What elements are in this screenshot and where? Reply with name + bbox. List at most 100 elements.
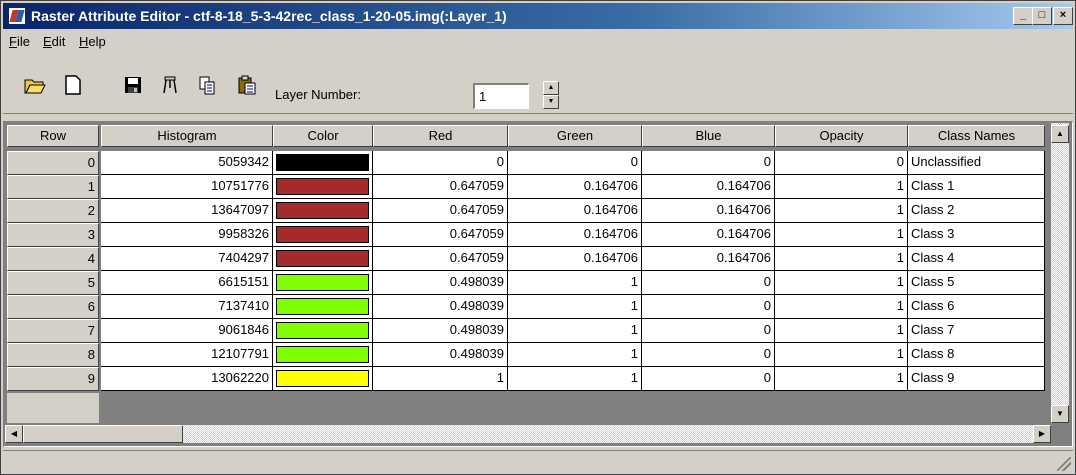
red-cell[interactable]: 0.647059 bbox=[373, 223, 508, 247]
spin-down-button[interactable]: ▼ bbox=[543, 95, 559, 109]
color-cell[interactable] bbox=[273, 199, 373, 223]
class-name-cell[interactable]: Class 1 bbox=[908, 175, 1045, 199]
color-cell[interactable] bbox=[273, 295, 373, 319]
class-name-cell[interactable]: Class 5 bbox=[908, 271, 1045, 295]
blue-cell[interactable]: 0 bbox=[642, 271, 775, 295]
histogram-cell[interactable]: 12107791 bbox=[101, 343, 273, 367]
red-cell[interactable]: 0 bbox=[373, 151, 508, 175]
green-cell[interactable]: 1 bbox=[508, 367, 642, 391]
opacity-cell[interactable]: 1 bbox=[775, 367, 908, 391]
copy-icon[interactable] bbox=[195, 73, 219, 97]
column-header-histogram[interactable]: Histogram bbox=[101, 125, 273, 147]
minimize-button[interactable]: _ bbox=[1013, 7, 1033, 25]
opacity-cell[interactable]: 1 bbox=[775, 271, 908, 295]
class-name-cell[interactable]: Class 4 bbox=[908, 247, 1045, 271]
histogram-cell[interactable]: 13647097 bbox=[101, 199, 273, 223]
histogram-cell[interactable]: 7137410 bbox=[101, 295, 273, 319]
opacity-cell[interactable]: 1 bbox=[775, 247, 908, 271]
red-cell[interactable]: 0.498039 bbox=[373, 343, 508, 367]
red-cell[interactable]: 0.647059 bbox=[373, 247, 508, 271]
color-cell[interactable] bbox=[273, 247, 373, 271]
blue-cell[interactable]: 0 bbox=[642, 319, 775, 343]
opacity-cell[interactable]: 1 bbox=[775, 319, 908, 343]
row-header[interactable]: 6 bbox=[7, 295, 99, 319]
histogram-cell[interactable]: 9061846 bbox=[101, 319, 273, 343]
green-cell[interactable]: 0.164706 bbox=[508, 223, 642, 247]
vertical-scrollbar[interactable]: ▲ ▼ bbox=[1051, 123, 1069, 423]
green-cell[interactable]: 1 bbox=[508, 295, 642, 319]
opacity-cell[interactable]: 1 bbox=[775, 343, 908, 367]
blue-cell[interactable]: 0 bbox=[642, 343, 775, 367]
class-name-cell[interactable]: Class 7 bbox=[908, 319, 1045, 343]
blue-cell[interactable]: 0.164706 bbox=[642, 175, 775, 199]
row-header[interactable]: 0 bbox=[7, 151, 99, 175]
red-cell[interactable]: 0.647059 bbox=[373, 199, 508, 223]
green-cell[interactable]: 0.164706 bbox=[508, 175, 642, 199]
row-header[interactable]: 3 bbox=[7, 223, 99, 247]
opacity-cell[interactable]: 1 bbox=[775, 223, 908, 247]
row-header[interactable]: 2 bbox=[7, 199, 99, 223]
scroll-left-button[interactable]: ◀ bbox=[5, 425, 23, 443]
red-cell[interactable]: 1 bbox=[373, 367, 508, 391]
histogram-cell[interactable]: 13062220 bbox=[101, 367, 273, 391]
histogram-cell[interactable]: 9958326 bbox=[101, 223, 273, 247]
histogram-cell[interactable]: 5059342 bbox=[101, 151, 273, 175]
column-header-red[interactable]: Red bbox=[373, 125, 508, 147]
app-icon[interactable] bbox=[9, 8, 25, 24]
green-cell[interactable]: 0.164706 bbox=[508, 247, 642, 271]
green-cell[interactable]: 1 bbox=[508, 343, 642, 367]
horizontal-scroll-thumb[interactable] bbox=[23, 425, 183, 443]
column-header-class-name[interactable]: Class Names bbox=[908, 125, 1045, 147]
row-header[interactable]: 1 bbox=[7, 175, 99, 199]
blue-cell[interactable]: 0.164706 bbox=[642, 199, 775, 223]
menu-file[interactable]: File bbox=[9, 34, 30, 49]
color-cell[interactable] bbox=[273, 271, 373, 295]
maximize-button[interactable]: □ bbox=[1032, 7, 1052, 25]
opacity-cell[interactable]: 1 bbox=[775, 175, 908, 199]
column-header-green[interactable]: Green bbox=[508, 125, 642, 147]
row-header[interactable]: 8 bbox=[7, 343, 99, 367]
save-icon[interactable] bbox=[121, 73, 145, 97]
green-cell[interactable]: 0 bbox=[508, 151, 642, 175]
histogram-cell[interactable]: 7404297 bbox=[101, 247, 273, 271]
red-cell[interactable]: 0.647059 bbox=[373, 175, 508, 199]
color-cell[interactable] bbox=[273, 223, 373, 247]
opacity-cell[interactable]: 0 bbox=[775, 151, 908, 175]
class-name-cell[interactable]: Class 2 bbox=[908, 199, 1045, 223]
green-cell[interactable]: 1 bbox=[508, 319, 642, 343]
histogram-cell[interactable]: 10751776 bbox=[101, 175, 273, 199]
class-name-cell[interactable]: Class 3 bbox=[908, 223, 1045, 247]
histogram-cell[interactable]: 6615151 bbox=[101, 271, 273, 295]
column-header-row[interactable]: Row bbox=[7, 125, 99, 147]
scroll-down-button[interactable]: ▼ bbox=[1051, 405, 1069, 423]
spin-up-button[interactable]: ▲ bbox=[543, 81, 559, 95]
class-name-cell[interactable]: Class 8 bbox=[908, 343, 1045, 367]
red-cell[interactable]: 0.498039 bbox=[373, 295, 508, 319]
color-cell[interactable] bbox=[273, 151, 373, 175]
resize-grip[interactable] bbox=[1057, 457, 1071, 471]
class-name-cell[interactable]: Class 9 bbox=[908, 367, 1045, 391]
blue-cell[interactable]: 0 bbox=[642, 295, 775, 319]
scroll-right-button[interactable]: ▶ bbox=[1033, 425, 1051, 443]
column-header-blue[interactable]: Blue bbox=[642, 125, 775, 147]
row-header[interactable]: 7 bbox=[7, 319, 99, 343]
blue-cell[interactable]: 0.164706 bbox=[642, 223, 775, 247]
row-header[interactable]: 9 bbox=[7, 367, 99, 391]
close-button[interactable]: × bbox=[1053, 7, 1073, 25]
color-cell[interactable] bbox=[273, 367, 373, 391]
column-header-opacity[interactable]: Opacity bbox=[775, 125, 908, 147]
red-cell[interactable]: 0.498039 bbox=[373, 271, 508, 295]
title-bar[interactable]: Raster Attribute Editor - ctf-8-18_5-3-4… bbox=[3, 3, 1073, 29]
scroll-up-button[interactable]: ▲ bbox=[1051, 125, 1069, 143]
menu-help[interactable]: Help bbox=[79, 34, 106, 49]
red-cell[interactable]: 0.498039 bbox=[373, 319, 508, 343]
open-folder-icon[interactable] bbox=[23, 73, 47, 97]
menu-edit[interactable]: Edit bbox=[43, 34, 65, 49]
row-header[interactable]: 4 bbox=[7, 247, 99, 271]
green-cell[interactable]: 1 bbox=[508, 271, 642, 295]
paste-icon[interactable] bbox=[235, 73, 259, 97]
blue-cell[interactable]: 0.164706 bbox=[642, 247, 775, 271]
color-cell[interactable] bbox=[273, 319, 373, 343]
blue-cell[interactable]: 0 bbox=[642, 367, 775, 391]
class-name-cell[interactable]: Class 6 bbox=[908, 295, 1045, 319]
